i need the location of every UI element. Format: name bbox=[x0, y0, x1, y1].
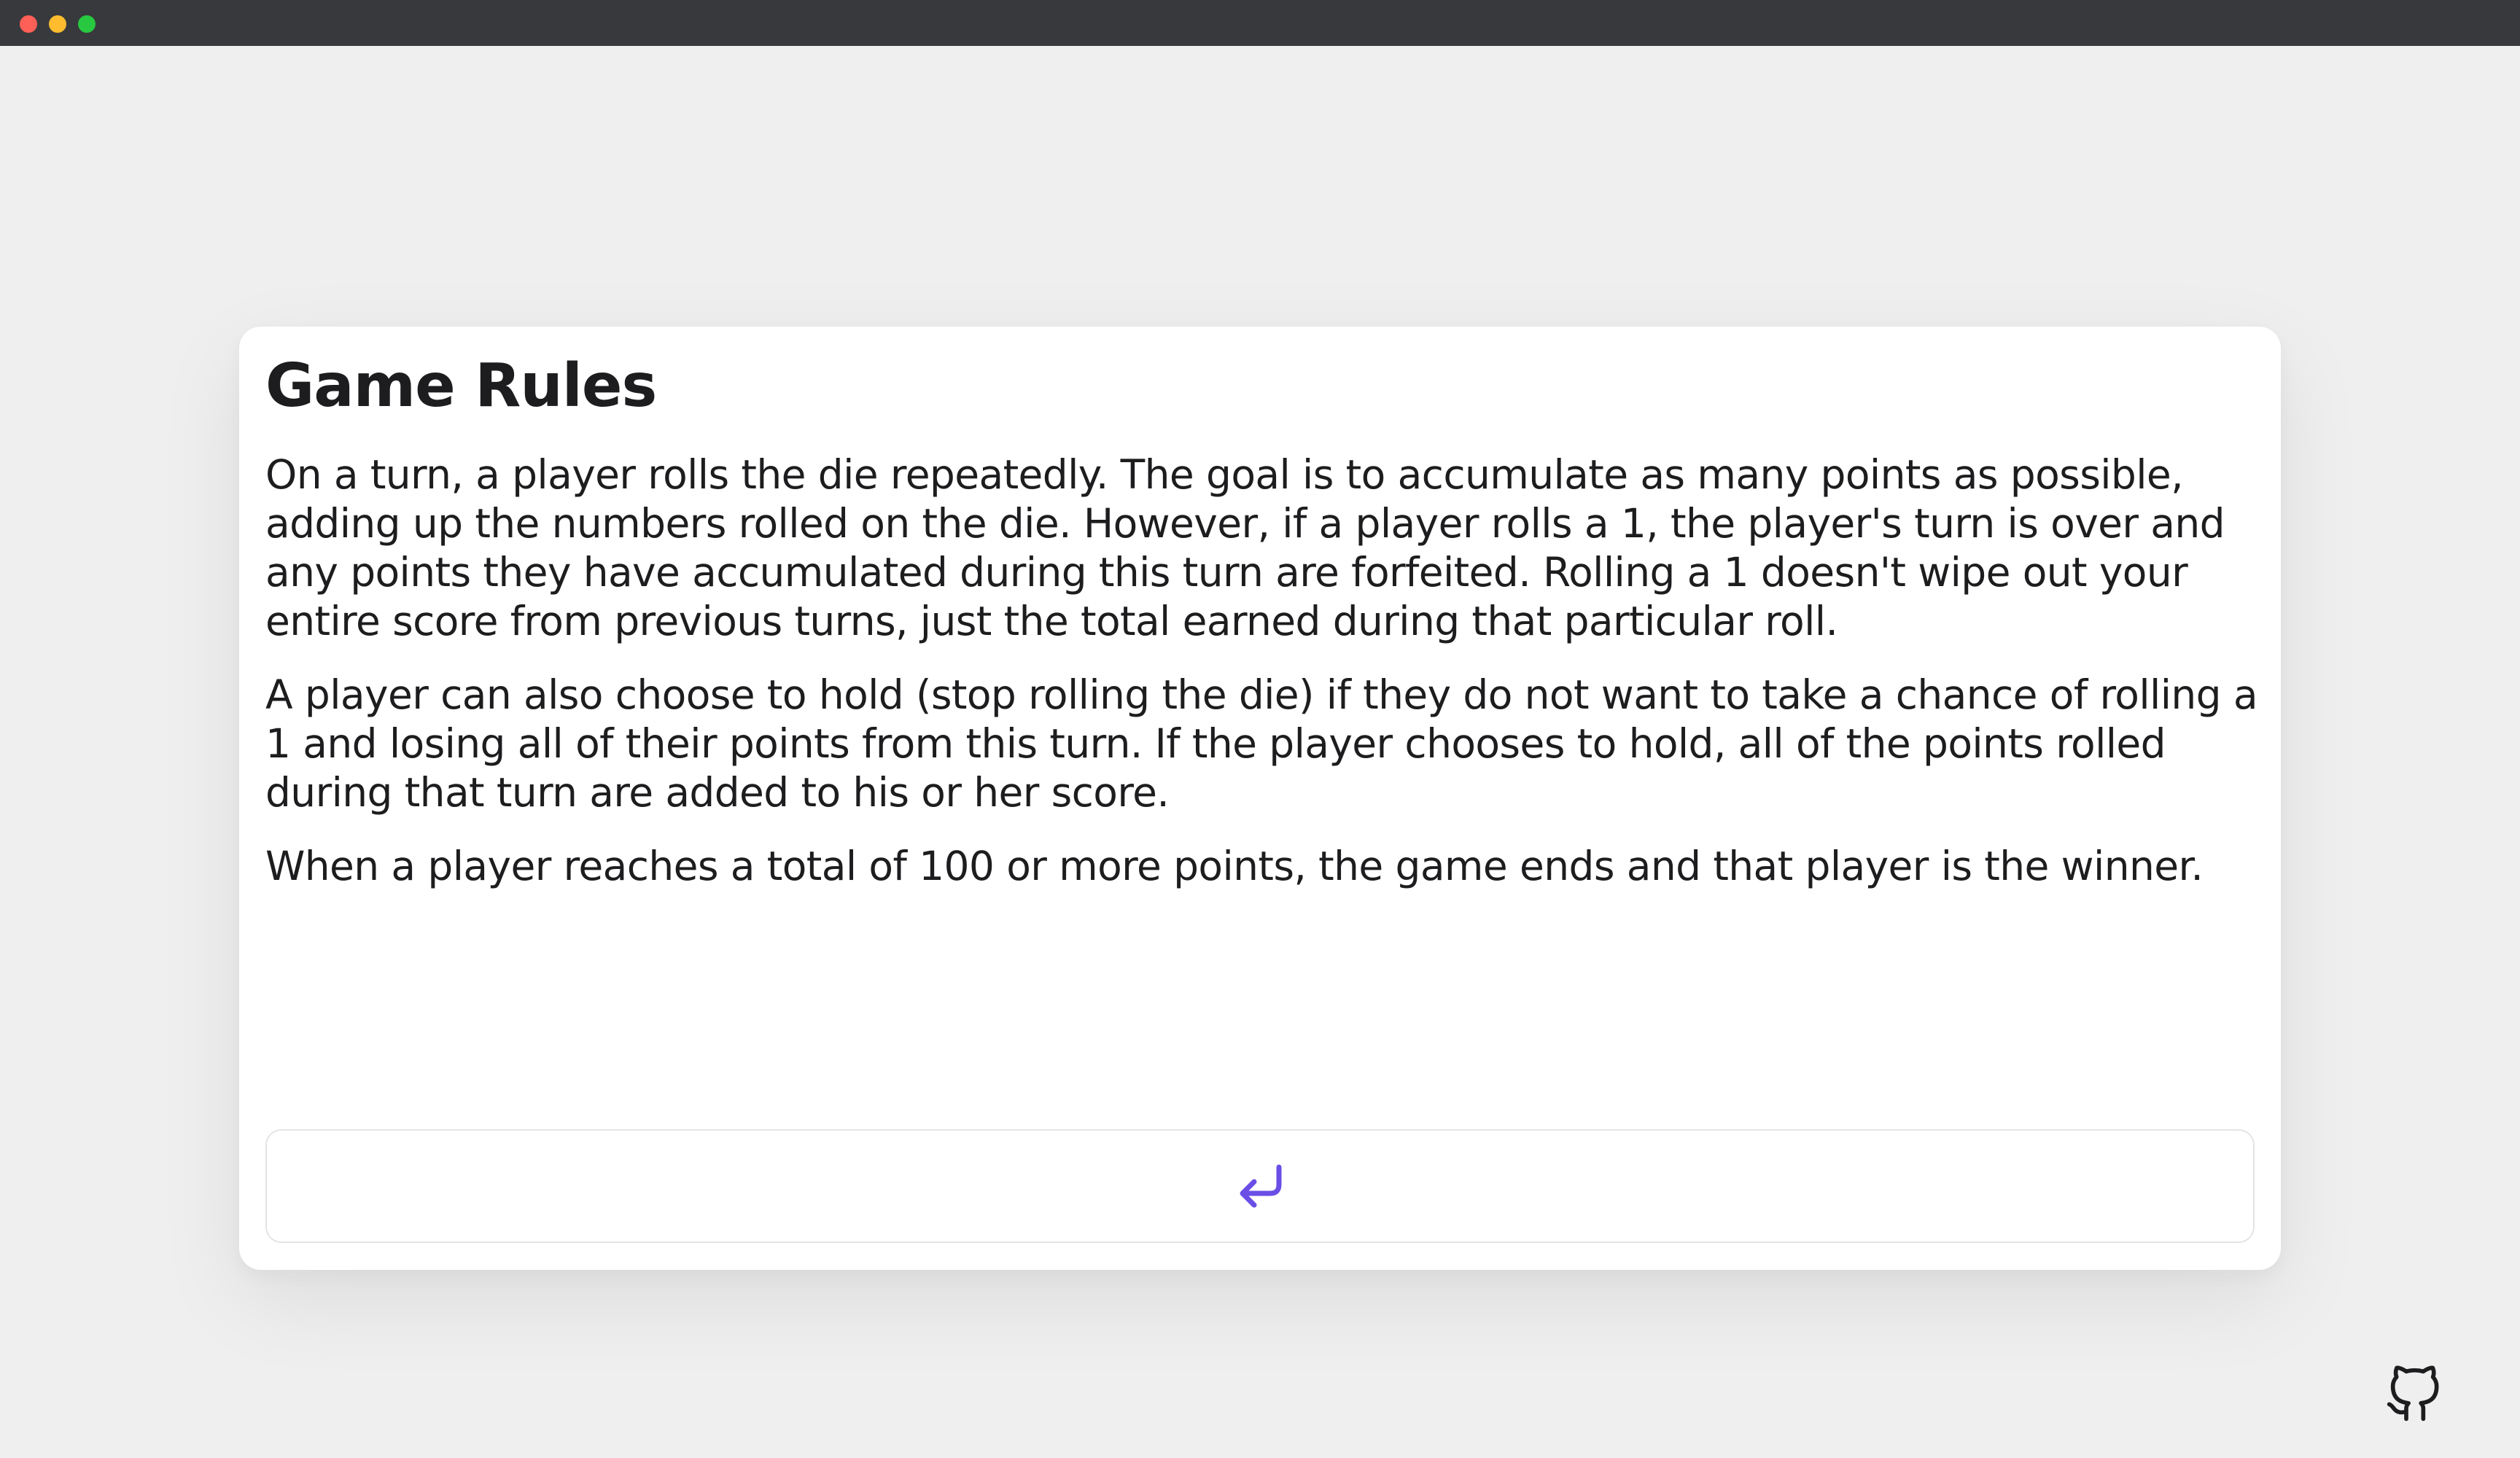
close-window-button[interactable] bbox=[20, 15, 37, 33]
rules-text: On a turn, a player rolls the die repeat… bbox=[265, 451, 2263, 916]
github-icon bbox=[2387, 1365, 2439, 1422]
rules-paragraph-turn: On a turn, a player rolls the die repeat… bbox=[265, 451, 2225, 644]
github-link[interactable] bbox=[2382, 1363, 2445, 1426]
page-title: Game Rules bbox=[265, 351, 657, 421]
minimize-window-button[interactable] bbox=[49, 15, 66, 33]
back-button[interactable] bbox=[265, 1129, 2255, 1243]
window-titlebar bbox=[0, 0, 2520, 46]
zoom-window-button[interactable] bbox=[78, 15, 96, 33]
rules-card: Game Rules On a turn, a player rolls the… bbox=[239, 327, 2281, 1270]
return-arrow-icon bbox=[1240, 1164, 1282, 1208]
rules-paragraph-hold: A player can also choose to hold (stop r… bbox=[265, 671, 2258, 816]
rules-paragraph-winner: When a player reaches a total of 100 or … bbox=[265, 843, 2204, 889]
page-background: Game Rules On a turn, a player rolls the… bbox=[0, 46, 2520, 1458]
